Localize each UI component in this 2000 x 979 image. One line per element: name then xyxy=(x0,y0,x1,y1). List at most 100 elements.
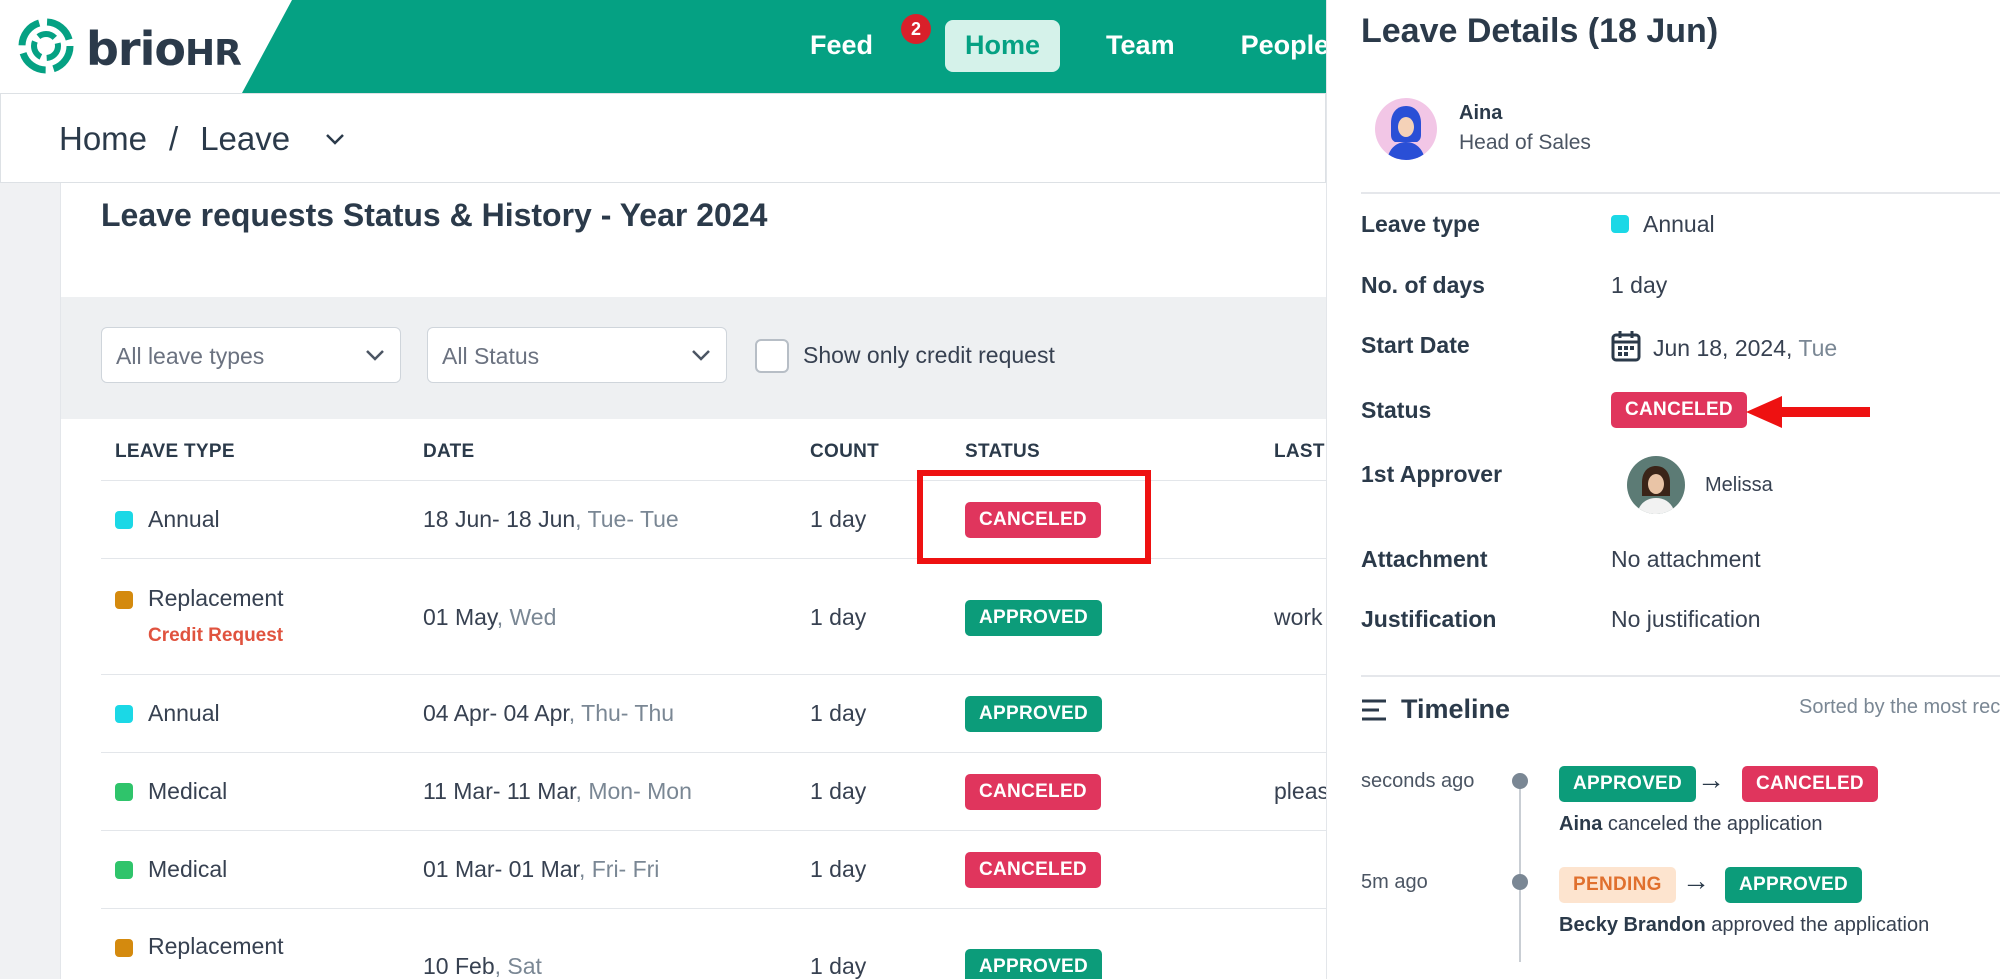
breadcrumb-current: Leave xyxy=(200,120,291,157)
row-leave-type: Medical xyxy=(148,778,228,804)
approver-name: Melissa xyxy=(1705,474,1773,496)
timeline-from-status: APPROVED xyxy=(1559,766,1697,802)
user-name: Aina xyxy=(1459,102,1503,124)
row-date: 04 Apr- 04 Apr, Thu- Thu xyxy=(423,700,675,726)
leave-color-dot xyxy=(115,705,133,723)
table-row[interactable]: Medical 11 Mar- 11 Mar, Mon- Mon 1 day C… xyxy=(101,753,1329,831)
row-leave-type: Medical xyxy=(148,856,228,882)
timeline-title: Timeline xyxy=(1401,694,1511,724)
col-date: DATE xyxy=(423,441,475,462)
row-count: 1 day xyxy=(810,700,867,726)
leave-color-dot xyxy=(115,783,133,801)
timeline-dot xyxy=(1512,874,1528,890)
leave-type-select[interactable]: All leave types xyxy=(101,327,401,383)
col-leave-type: LEAVE TYPE xyxy=(115,441,235,462)
brio-logo-icon[interactable] xyxy=(18,18,74,74)
col-count: COUNT xyxy=(810,441,880,462)
row-leave-type: Replacement xyxy=(148,933,284,959)
status-select[interactable]: All Status xyxy=(427,327,727,383)
leave-color-dot xyxy=(115,939,133,957)
status-badge: CANCELED xyxy=(965,852,1101,888)
logo-area: brioHR xyxy=(0,0,292,93)
label-start-date: Start Date xyxy=(1361,332,1470,358)
nav-feed[interactable]: Feed 2 xyxy=(790,14,932,72)
credit-request-tag: Credit Request xyxy=(148,625,284,646)
panel-title: Leave Details (18 Jun) xyxy=(1361,12,1719,50)
leave-history-card: Leave requests Status & History - Year 2… xyxy=(60,183,1329,979)
col-status: STATUS xyxy=(965,441,1040,462)
chevron-down-icon xyxy=(692,350,710,361)
row-leave-type: Annual xyxy=(148,700,220,726)
row-leave-type: Annual xyxy=(148,506,220,532)
left-gutter xyxy=(0,183,60,979)
leave-color-dot xyxy=(115,591,133,609)
credit-only-checkbox[interactable] xyxy=(755,339,789,373)
timeline-description: Becky Brandon approved the application xyxy=(1559,914,1930,936)
highlight-annotation-box xyxy=(917,470,1151,564)
filter-bar: All leave types All Status Show only cre… xyxy=(61,297,1327,419)
table-row[interactable]: Replacement 10 Feb, Sat 1 day APPROVED xyxy=(101,909,1327,979)
nav-home[interactable]: Home xyxy=(945,20,1061,72)
table-row[interactable]: Medical 01 Mar- 01 Mar, Fri- Fri 1 day C… xyxy=(101,831,1327,909)
breadcrumb: Home / Leave xyxy=(59,120,346,158)
breadcrumb-separator: / xyxy=(169,120,179,157)
leave-color-dot xyxy=(115,511,133,529)
status-badge: CANCELED xyxy=(965,774,1101,810)
divider xyxy=(1361,192,2000,194)
table-row[interactable]: Annual 04 Apr- 04 Apr, Thu- Thu 1 day AP… xyxy=(101,675,1327,753)
breadcrumb-bar: Home / Leave xyxy=(0,93,1326,183)
label-attachment: Attachment xyxy=(1361,546,1488,572)
row-date: 10 Feb, Sat xyxy=(423,953,542,979)
approver-avatar xyxy=(1627,456,1685,514)
arrow-right-icon: → xyxy=(1697,764,1725,795)
leave-details-panel: Leave Details (18 Jun) Aina Head of Sale… xyxy=(1326,0,2000,979)
timeline-to-status: APPROVED xyxy=(1725,867,1863,903)
row-last: pleas xyxy=(1274,778,1329,804)
timeline-time: 5m ago xyxy=(1361,871,1428,893)
arrow-right-icon: → xyxy=(1682,865,1710,896)
col-last: LAST xyxy=(1274,441,1325,462)
red-arrow-annotation xyxy=(1746,396,1870,428)
credit-only-label: Show only credit request xyxy=(803,342,1055,368)
leave-color-dot xyxy=(115,861,133,879)
value-leave-type: Annual xyxy=(1611,211,1715,238)
user-avatar xyxy=(1375,98,1437,160)
calendar-icon xyxy=(1611,331,1641,362)
user-avatar-icon xyxy=(1387,106,1425,160)
timeline-sort-label[interactable]: Sorted by the most recent xyxy=(1799,696,2000,719)
logo-text: brioHR xyxy=(86,22,242,76)
label-justification: Justification xyxy=(1361,606,1497,632)
row-count: 1 day xyxy=(810,604,867,630)
status-badge: APPROVED xyxy=(965,600,1103,636)
timeline-line xyxy=(1519,782,1521,962)
timeline-from-status: PENDING xyxy=(1559,867,1676,903)
row-leave-type: Replacement xyxy=(148,585,284,611)
row-count: 1 day xyxy=(810,856,867,882)
row-date: 18 Jun- 18 Jun, Tue- Tue xyxy=(423,506,679,532)
breadcrumb-home[interactable]: Home xyxy=(59,120,147,158)
value-justification: No justification xyxy=(1611,606,1761,632)
label-leave-type: Leave type xyxy=(1361,211,1480,237)
user-role: Head of Sales xyxy=(1459,131,1591,154)
table-row[interactable]: Replacement Credit Request 01 May, Wed 1… xyxy=(101,559,1327,675)
chevron-down-icon xyxy=(366,350,384,361)
top-navigation-bar: brioHR Feed 2 Home Team People xyxy=(0,0,1329,93)
label-approver: 1st Approver xyxy=(1361,461,1503,487)
timeline-list-icon xyxy=(1362,699,1386,721)
row-count: 1 day xyxy=(810,778,867,804)
status-badge: APPROVED xyxy=(965,696,1103,732)
value-start-date: Jun 18, 2024, Tue xyxy=(1611,330,1837,362)
divider xyxy=(1361,675,2000,677)
row-date: 01 Mar- 01 Mar, Fri- Fri xyxy=(423,856,660,882)
value-attachment: No attachment xyxy=(1611,546,1761,572)
chevron-down-icon[interactable] xyxy=(324,128,346,150)
timeline-time: seconds ago xyxy=(1361,770,1475,792)
main-nav: Feed 2 Home Team People xyxy=(790,14,1375,72)
label-status: Status xyxy=(1361,397,1432,423)
timeline-to-status: CANCELED xyxy=(1742,766,1878,802)
status-badge: APPROVED xyxy=(965,949,1103,979)
row-last: work xyxy=(1274,604,1323,630)
timeline-description: Aina canceled the application xyxy=(1559,813,1823,835)
leave-color-dot xyxy=(1611,215,1629,233)
nav-team[interactable]: Team xyxy=(1086,20,1195,72)
